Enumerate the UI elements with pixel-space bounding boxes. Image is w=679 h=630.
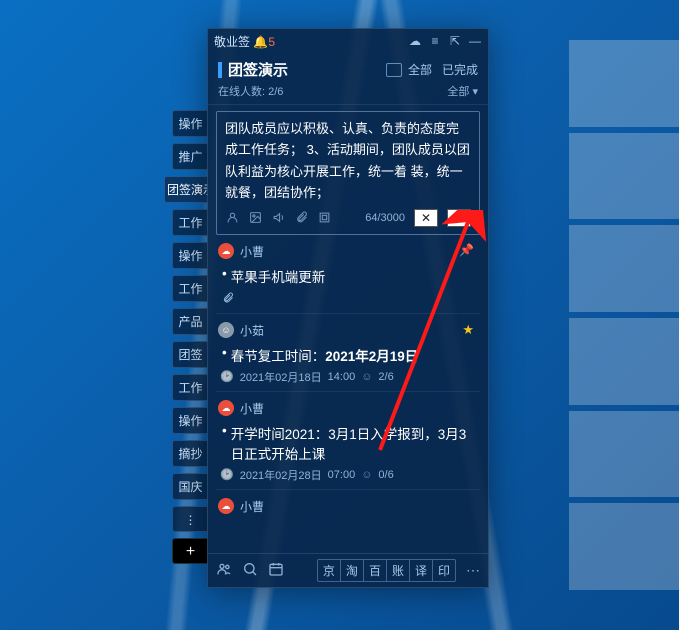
audio-icon[interactable] xyxy=(271,211,285,225)
filter-dropdown[interactable]: 全部 ▾ xyxy=(447,83,478,99)
note-item[interactable]: ☁ 小曹 xyxy=(216,490,480,521)
side-tab-add[interactable]: + xyxy=(172,538,208,564)
app-name: 敬业签 xyxy=(214,35,250,49)
header-title: 团签演示 xyxy=(228,59,380,80)
side-tab-more[interactable]: ⋮ xyxy=(172,506,208,532)
quick-link[interactable]: 印 xyxy=(433,560,455,581)
pin-window-icon[interactable]: ⇱ xyxy=(448,34,462,48)
minimize-icon[interactable]: — xyxy=(468,34,482,48)
note-text-bold: 2021年2月19日 xyxy=(325,349,418,364)
clock-icon: 🕑 xyxy=(220,370,234,383)
side-tab[interactable]: 工作 xyxy=(172,275,208,302)
online-label: 在线人数: xyxy=(218,86,265,98)
avatar: ☁ xyxy=(218,400,234,416)
bell-icon[interactable]: 🔔 xyxy=(253,35,268,49)
side-tabs: 操作 推广 团签演示 工作 操作 工作 产品 团签 工作 操作 摘抄 国庆 ⋮ … xyxy=(172,110,208,564)
meta-date: 2021年02月28日 xyxy=(240,467,322,483)
note-item[interactable]: ☁ 小曹 📌 •苹果手机端更新 xyxy=(216,235,480,314)
menu-icon[interactable]: ≡ xyxy=(428,34,442,48)
avatar: ☁ xyxy=(218,243,234,259)
bottom-toolbar: 京 淘 百 账 译 印 ⋯ xyxy=(208,553,488,587)
cancel-button[interactable]: ✕ xyxy=(414,209,438,227)
meta-time: 14:00 xyxy=(328,371,356,383)
quick-link[interactable]: 账 xyxy=(387,560,410,581)
team-icon[interactable] xyxy=(216,561,232,580)
side-tab[interactable]: 工作 xyxy=(172,209,208,236)
calendar-icon[interactable] xyxy=(268,561,284,580)
confirm-button[interactable]: ✓ xyxy=(447,209,471,227)
side-tab[interactable]: 产品 xyxy=(172,308,208,335)
char-count: 64/3000 xyxy=(365,212,405,224)
panel-header: 团签演示 全部 已完成 在线人数: 2/6 全部 ▾ xyxy=(208,53,488,105)
contact-icon[interactable] xyxy=(225,211,239,225)
meta-people: 0/6 xyxy=(378,469,393,481)
meta-time: 07:00 xyxy=(328,469,356,481)
avatar: ☺ xyxy=(218,322,234,338)
author-name: 小曹 xyxy=(240,400,264,417)
search-icon[interactable] xyxy=(242,561,258,580)
image-icon[interactable] xyxy=(248,211,262,225)
more-icon[interactable]: ⋯ xyxy=(466,562,480,579)
star-icon[interactable]: ★ xyxy=(462,322,474,338)
author-name: 小茹 xyxy=(240,322,264,339)
quick-links: 京 淘 百 账 译 印 xyxy=(317,559,456,582)
titlebar: 敬业签 🔔5 ☁ ≡ ⇱ — xyxy=(208,29,488,53)
content-area: 团队成员应以积极、认真、负责的态度完成工作任务； 3、活动期间，团队成员以团队利… xyxy=(208,105,488,553)
cloud-sync-icon[interactable]: ☁ xyxy=(408,34,422,48)
author-name: 小曹 xyxy=(240,243,264,260)
attachment-icon[interactable] xyxy=(294,211,308,225)
editor-textarea[interactable]: 团队成员应以积极、认真、负责的态度完成工作任务； 3、活动期间，团队成员以团队利… xyxy=(225,118,471,204)
meta-date: 2021年02月18日 xyxy=(240,369,322,385)
side-tab[interactable]: 推广 xyxy=(172,143,208,170)
side-tab[interactable]: 操作 xyxy=(172,110,208,137)
notif-count: 5 xyxy=(268,35,275,49)
note-editor: 团队成员应以积极、认真、负责的态度完成工作任务； 3、活动期间，团队成员以团队利… xyxy=(216,111,480,235)
side-tab[interactable]: 团签 xyxy=(172,341,208,368)
quick-link[interactable]: 译 xyxy=(410,560,433,581)
clock-icon: 🕑 xyxy=(220,468,234,481)
avatar: ☁ xyxy=(218,498,234,514)
people-icon: ☺ xyxy=(361,371,372,383)
pin-icon[interactable]: 📌 xyxy=(459,243,474,257)
online-value: 2/6 xyxy=(268,86,283,98)
author-name: 小曹 xyxy=(240,498,264,515)
note-text: 苹果手机端更新 xyxy=(231,266,326,286)
note-text: 开学时间2021：3月1日入学报到，3月3日正式开始上课 xyxy=(231,423,478,463)
people-icon: ☺ xyxy=(361,469,372,481)
filter-all[interactable]: 全部 xyxy=(408,61,432,78)
side-tab[interactable]: 工作 xyxy=(172,374,208,401)
filter-done[interactable]: 已完成 xyxy=(442,61,478,78)
meta-people: 2/6 xyxy=(378,371,393,383)
side-tab[interactable]: 国庆 xyxy=(172,473,208,500)
attachment-indicator-icon[interactable] xyxy=(218,290,478,307)
side-tab[interactable]: 摘抄 xyxy=(172,440,208,467)
side-tab-active[interactable]: 团签演示 xyxy=(164,176,208,203)
accent-bar xyxy=(218,62,222,78)
side-tab[interactable]: 操作 xyxy=(172,242,208,269)
note-item[interactable]: ☺ 小茹 ★ • 春节复工时间：2021年2月19日 🕑 2021年02月18日… xyxy=(216,314,480,392)
doc-icon[interactable] xyxy=(386,63,402,77)
side-tab[interactable]: 操作 xyxy=(172,407,208,434)
quick-link[interactable]: 百 xyxy=(364,560,387,581)
note-item[interactable]: ☁ 小曹 •开学时间2021：3月1日入学报到，3月3日正式开始上课 🕑 202… xyxy=(216,392,480,490)
fullscreen-icon[interactable] xyxy=(317,211,331,225)
quick-link[interactable]: 淘 xyxy=(341,560,364,581)
editor-toolbar: 64/3000 ✕ ✓ xyxy=(225,204,471,228)
note-text-prefix: 春节复工时间： xyxy=(231,349,326,364)
quick-link[interactable]: 京 xyxy=(318,560,341,581)
main-panel: 敬业签 🔔5 ☁ ≡ ⇱ — 团签演示 全部 已完成 在线人数: 2/6 全部 … xyxy=(207,28,489,588)
